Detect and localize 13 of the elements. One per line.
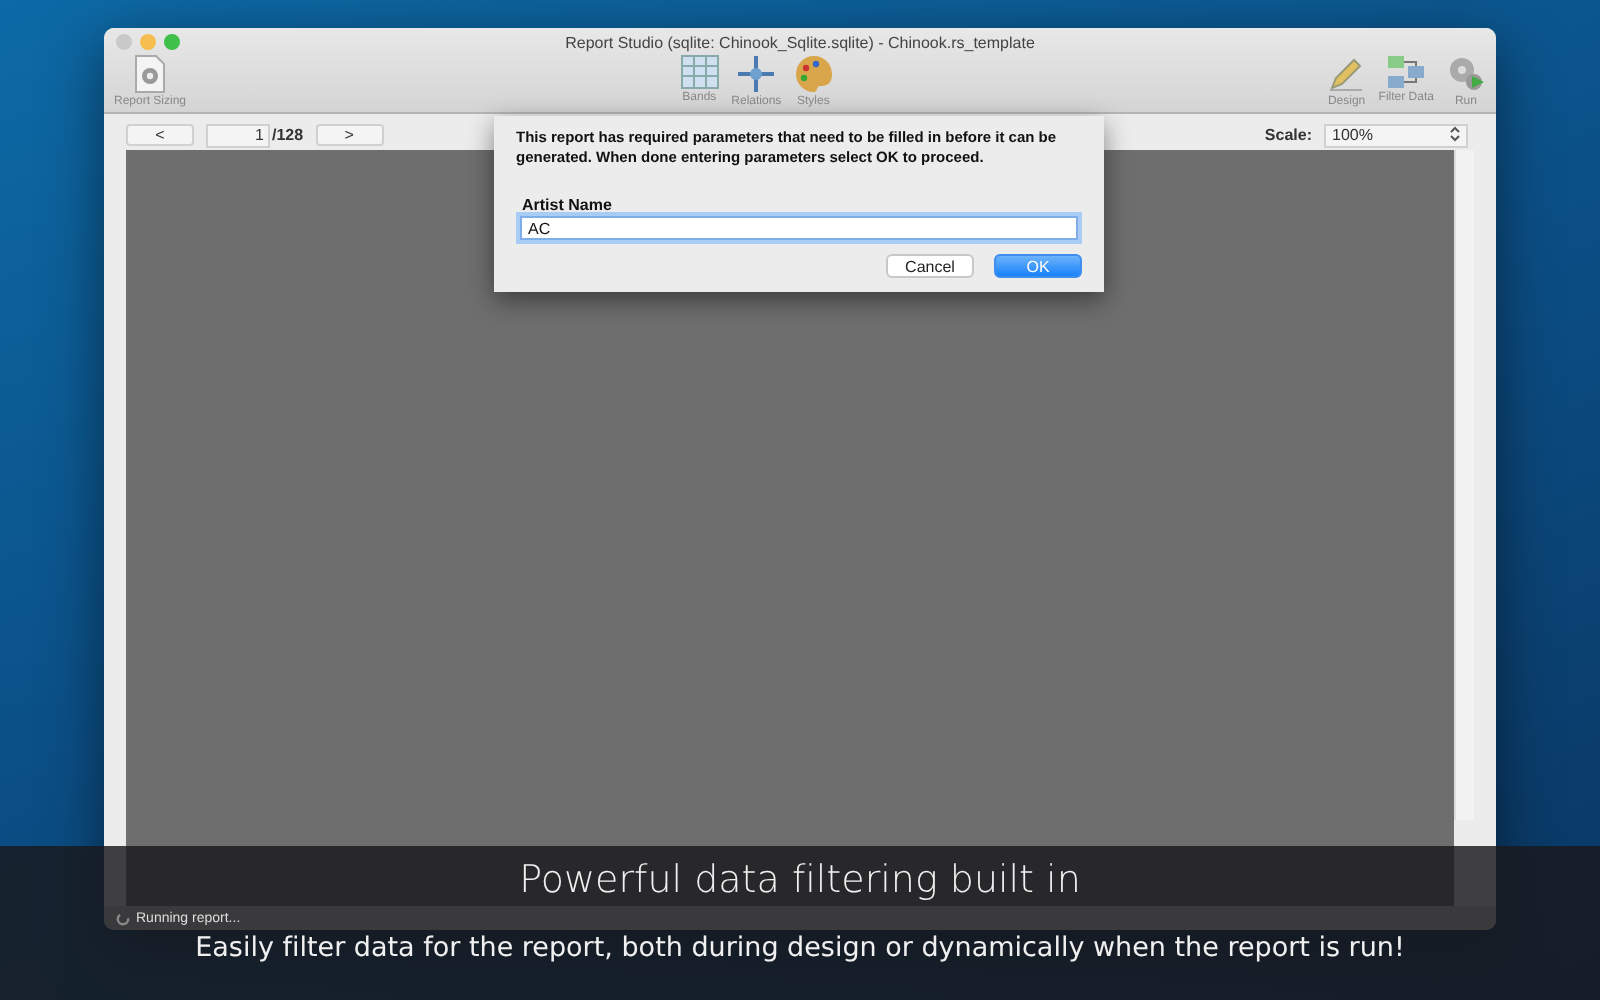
scale-dropdown[interactable]: 100%	[1324, 123, 1468, 147]
caption-title: Powerful data filtering built in	[519, 858, 1081, 902]
caption-subtitle: Easily filter data for the report, both during design or dynamically when the report is run!	[195, 932, 1405, 964]
window-title: Report Studio (sqlite: Chinook_Sqlite.sqlite) - Chinook.rs_template	[565, 33, 1035, 51]
next-page-button[interactable]: >	[315, 124, 384, 146]
artist-name-field[interactable]: AC	[520, 216, 1078, 240]
field-label: Artist Name	[520, 196, 614, 214]
page-total: /128	[272, 126, 304, 144]
page-field[interactable]: 1	[206, 123, 270, 147]
scale-label: Scale:	[1264, 126, 1312, 144]
previous-page-button[interactable]: <	[126, 124, 194, 146]
dialog-button[interactable]: OK	[994, 254, 1082, 278]
dialog-button[interactable]: Cancel	[886, 254, 974, 278]
